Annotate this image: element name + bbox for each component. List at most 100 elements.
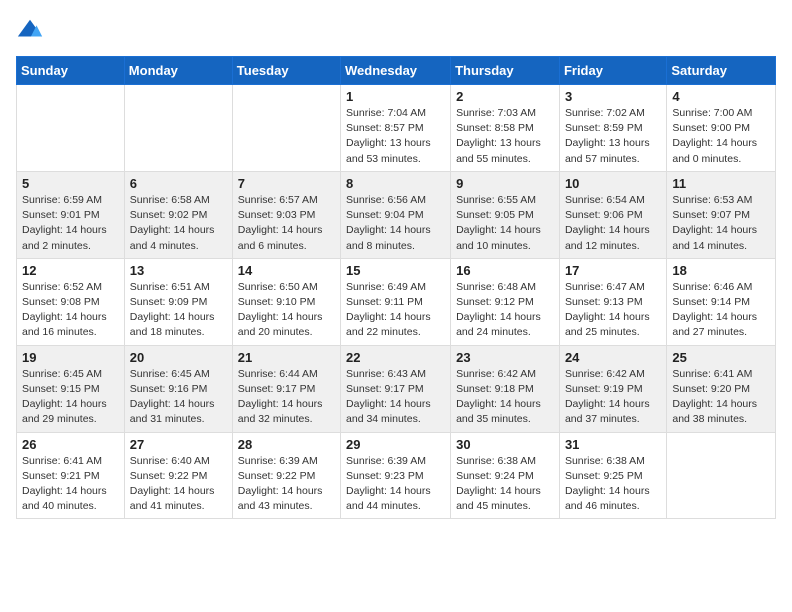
calendar-cell bbox=[667, 432, 776, 519]
cell-content: Sunrise: 6:41 AM Sunset: 9:21 PM Dayligh… bbox=[22, 454, 119, 515]
cell-content: Sunrise: 6:54 AM Sunset: 9:06 PM Dayligh… bbox=[565, 193, 661, 254]
column-header-thursday: Thursday bbox=[451, 57, 560, 85]
cell-content: Sunrise: 6:57 AM Sunset: 9:03 PM Dayligh… bbox=[238, 193, 335, 254]
column-header-saturday: Saturday bbox=[667, 57, 776, 85]
day-number: 8 bbox=[346, 176, 445, 191]
calendar-cell: 27 Sunrise: 6:40 AM Sunset: 9:22 PM Dayli… bbox=[124, 432, 232, 519]
cell-content: Sunrise: 6:39 AM Sunset: 9:22 PM Dayligh… bbox=[238, 454, 335, 515]
calendar-week-row: 19 Sunrise: 6:45 AM Sunset: 9:15 PM Dayli… bbox=[17, 345, 776, 432]
day-number: 10 bbox=[565, 176, 661, 191]
day-number: 1 bbox=[346, 89, 445, 104]
calendar-cell: 15 Sunrise: 6:49 AM Sunset: 9:11 PM Dayli… bbox=[341, 258, 451, 345]
calendar-cell: 24 Sunrise: 6:42 AM Sunset: 9:19 PM Dayli… bbox=[559, 345, 666, 432]
cell-content: Sunrise: 7:00 AM Sunset: 9:00 PM Dayligh… bbox=[672, 106, 770, 167]
calendar-cell: 13 Sunrise: 6:51 AM Sunset: 9:09 PM Dayli… bbox=[124, 258, 232, 345]
calendar-cell: 25Sunrise: 6:41 AM Sunset: 9:20 PM Dayli… bbox=[667, 345, 776, 432]
day-number: 13 bbox=[130, 263, 227, 278]
cell-content: Sunrise: 6:50 AM Sunset: 9:10 PM Dayligh… bbox=[238, 280, 335, 341]
cell-content: Sunrise: 6:43 AM Sunset: 9:17 PM Dayligh… bbox=[346, 367, 445, 428]
calendar-cell bbox=[124, 85, 232, 172]
calendar-cell: 5Sunrise: 6:59 AM Sunset: 9:01 PM Daylig… bbox=[17, 171, 125, 258]
calendar-cell: 11 Sunrise: 6:53 AM Sunset: 9:07 PM Dayli… bbox=[667, 171, 776, 258]
day-number: 26 bbox=[22, 437, 119, 452]
day-number: 30 bbox=[456, 437, 554, 452]
cell-content: Sunrise: 6:49 AM Sunset: 9:11 PM Dayligh… bbox=[346, 280, 445, 341]
day-number: 15 bbox=[346, 263, 445, 278]
day-number: 23 bbox=[456, 350, 554, 365]
calendar-table: SundayMondayTuesdayWednesdayThursdayFrid… bbox=[16, 56, 776, 519]
logo-icon bbox=[16, 16, 44, 44]
cell-content: Sunrise: 6:46 AM Sunset: 9:14 PM Dayligh… bbox=[672, 280, 770, 341]
column-header-tuesday: Tuesday bbox=[232, 57, 340, 85]
cell-content: Sunrise: 6:40 AM Sunset: 9:22 PM Dayligh… bbox=[130, 454, 227, 515]
calendar-week-row: 26 Sunrise: 6:41 AM Sunset: 9:21 PM Dayli… bbox=[17, 432, 776, 519]
cell-content: Sunrise: 6:39 AM Sunset: 9:23 PM Dayligh… bbox=[346, 454, 445, 515]
cell-content: Sunrise: 6:42 AM Sunset: 9:19 PM Dayligh… bbox=[565, 367, 661, 428]
calendar-cell: 14 Sunrise: 6:50 AM Sunset: 9:10 PM Dayli… bbox=[232, 258, 340, 345]
day-number: 16 bbox=[456, 263, 554, 278]
cell-content: Sunrise: 6:38 AM Sunset: 9:25 PM Dayligh… bbox=[565, 454, 661, 515]
cell-content: Sunrise: 6:56 AM Sunset: 9:04 PM Dayligh… bbox=[346, 193, 445, 254]
calendar-cell: 1 Sunrise: 7:04 AM Sunset: 8:57 PM Daylig… bbox=[341, 85, 451, 172]
cell-content: Sunrise: 7:02 AM Sunset: 8:59 PM Dayligh… bbox=[565, 106, 661, 167]
calendar-header-row: SundayMondayTuesdayWednesdayThursdayFrid… bbox=[17, 57, 776, 85]
calendar-cell: 10 Sunrise: 6:54 AM Sunset: 9:06 PM Dayli… bbox=[559, 171, 666, 258]
calendar-cell: 20 Sunrise: 6:45 AM Sunset: 9:16 PM Dayli… bbox=[124, 345, 232, 432]
cell-content: Sunrise: 6:38 AM Sunset: 9:24 PM Dayligh… bbox=[456, 454, 554, 515]
calendar-cell bbox=[232, 85, 340, 172]
cell-content: Sunrise: 6:52 AM Sunset: 9:08 PM Dayligh… bbox=[22, 280, 119, 341]
column-header-sunday: Sunday bbox=[17, 57, 125, 85]
day-number: 12 bbox=[22, 263, 119, 278]
cell-content: Sunrise: 7:04 AM Sunset: 8:57 PM Dayligh… bbox=[346, 106, 445, 167]
day-number: 20 bbox=[130, 350, 227, 365]
day-number: 6 bbox=[130, 176, 227, 191]
day-number: 2 bbox=[456, 89, 554, 104]
day-number: 18 bbox=[672, 263, 770, 278]
calendar-cell: 22 Sunrise: 6:43 AM Sunset: 9:17 PM Dayli… bbox=[341, 345, 451, 432]
cell-content: Sunrise: 6:44 AM Sunset: 9:17 PM Dayligh… bbox=[238, 367, 335, 428]
calendar-cell: 21 Sunrise: 6:44 AM Sunset: 9:17 PM Dayli… bbox=[232, 345, 340, 432]
day-number: 31 bbox=[565, 437, 661, 452]
day-number: 22 bbox=[346, 350, 445, 365]
day-number: 14 bbox=[238, 263, 335, 278]
day-number: 3 bbox=[565, 89, 661, 104]
day-number: 17 bbox=[565, 263, 661, 278]
calendar-week-row: 12 Sunrise: 6:52 AM Sunset: 9:08 PM Dayli… bbox=[17, 258, 776, 345]
page-header bbox=[16, 16, 776, 44]
cell-content: Sunrise: 6:48 AM Sunset: 9:12 PM Dayligh… bbox=[456, 280, 554, 341]
calendar-cell: 19 Sunrise: 6:45 AM Sunset: 9:15 PM Dayli… bbox=[17, 345, 125, 432]
day-number: 11 bbox=[672, 176, 770, 191]
logo bbox=[16, 16, 48, 44]
calendar-cell: 29 Sunrise: 6:39 AM Sunset: 9:23 PM Dayli… bbox=[341, 432, 451, 519]
calendar-cell: 23Sunrise: 6:42 AM Sunset: 9:18 PM Dayli… bbox=[451, 345, 560, 432]
calendar-cell: 18 Sunrise: 6:46 AM Sunset: 9:14 PM Dayli… bbox=[667, 258, 776, 345]
calendar-cell: 16 Sunrise: 6:48 AM Sunset: 9:12 PM Dayli… bbox=[451, 258, 560, 345]
calendar-cell: 26 Sunrise: 6:41 AM Sunset: 9:21 PM Dayli… bbox=[17, 432, 125, 519]
day-number: 21 bbox=[238, 350, 335, 365]
calendar-cell: 30 Sunrise: 6:38 AM Sunset: 9:24 PM Dayli… bbox=[451, 432, 560, 519]
cell-content: Sunrise: 6:51 AM Sunset: 9:09 PM Dayligh… bbox=[130, 280, 227, 341]
calendar-cell bbox=[17, 85, 125, 172]
calendar-cell: 17 Sunrise: 6:47 AM Sunset: 9:13 PM Dayli… bbox=[559, 258, 666, 345]
cell-content: Sunrise: 6:47 AM Sunset: 9:13 PM Dayligh… bbox=[565, 280, 661, 341]
day-number: 27 bbox=[130, 437, 227, 452]
calendar-cell: 3 Sunrise: 7:02 AM Sunset: 8:59 PM Daylig… bbox=[559, 85, 666, 172]
day-number: 19 bbox=[22, 350, 119, 365]
day-number: 29 bbox=[346, 437, 445, 452]
column-header-wednesday: Wednesday bbox=[341, 57, 451, 85]
calendar-week-row: 5Sunrise: 6:59 AM Sunset: 9:01 PM Daylig… bbox=[17, 171, 776, 258]
calendar-cell: 8 Sunrise: 6:56 AM Sunset: 9:04 PM Daylig… bbox=[341, 171, 451, 258]
cell-content: Sunrise: 6:53 AM Sunset: 9:07 PM Dayligh… bbox=[672, 193, 770, 254]
column-header-friday: Friday bbox=[559, 57, 666, 85]
day-number: 7 bbox=[238, 176, 335, 191]
cell-content: Sunrise: 6:45 AM Sunset: 9:16 PM Dayligh… bbox=[130, 367, 227, 428]
cell-content: Sunrise: 6:45 AM Sunset: 9:15 PM Dayligh… bbox=[22, 367, 119, 428]
cell-content: Sunrise: 6:59 AM Sunset: 9:01 PM Dayligh… bbox=[22, 193, 119, 254]
cell-content: Sunrise: 6:55 AM Sunset: 9:05 PM Dayligh… bbox=[456, 193, 554, 254]
day-number: 28 bbox=[238, 437, 335, 452]
calendar-cell: 31 Sunrise: 6:38 AM Sunset: 9:25 PM Dayli… bbox=[559, 432, 666, 519]
day-number: 9 bbox=[456, 176, 554, 191]
calendar-cell: 6Sunrise: 6:58 AM Sunset: 9:02 PM Daylig… bbox=[124, 171, 232, 258]
calendar-cell: 9 Sunrise: 6:55 AM Sunset: 9:05 PM Daylig… bbox=[451, 171, 560, 258]
day-number: 24 bbox=[565, 350, 661, 365]
